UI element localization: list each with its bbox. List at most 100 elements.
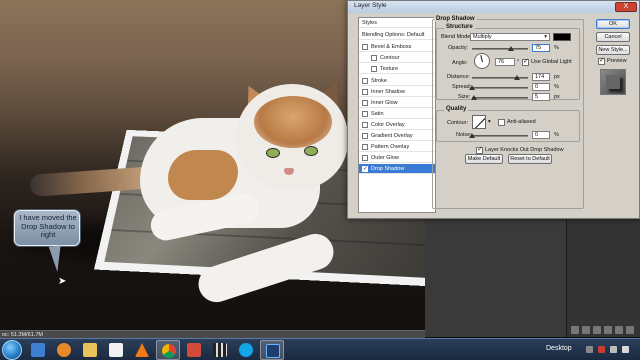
checkbox[interactable] bbox=[362, 122, 368, 128]
spread-slider[interactable] bbox=[472, 87, 528, 89]
cat-fur-patch bbox=[168, 150, 238, 200]
blend-mode-select[interactable]: Multiply ▾ bbox=[470, 33, 550, 41]
style-item-pattern-overlay[interactable]: Pattern Overlay bbox=[359, 142, 435, 152]
checkbox[interactable] bbox=[371, 55, 377, 61]
cat-head-patch bbox=[254, 96, 332, 148]
taskbar-app-photoshop[interactable] bbox=[260, 340, 284, 360]
taskbar-app-chrome[interactable] bbox=[156, 340, 180, 360]
dialog-titlebar[interactable]: Layer Style X bbox=[348, 1, 639, 13]
adjustment-icon[interactable] bbox=[604, 326, 612, 334]
network-icon[interactable] bbox=[610, 346, 617, 353]
style-item-blending-options[interactable]: Blending Options: Default bbox=[359, 30, 435, 40]
drop-shadow-title: Drop Shadow bbox=[434, 16, 477, 22]
folder-icon[interactable] bbox=[615, 326, 623, 334]
spread-unit: % bbox=[554, 84, 559, 90]
style-item-contour[interactable]: Contour bbox=[359, 53, 435, 63]
noise-field[interactable]: 0 bbox=[532, 131, 550, 139]
contour-dropdown-icon[interactable]: ▾ bbox=[488, 119, 491, 125]
contour-curve bbox=[474, 115, 486, 129]
mouse-cursor-icon: ➤ bbox=[58, 276, 66, 287]
style-item-stroke[interactable]: Stroke bbox=[359, 76, 435, 86]
opacity-slider-thumb[interactable] bbox=[508, 46, 514, 51]
link-icon[interactable] bbox=[571, 326, 579, 334]
dialog-title: Layer Style bbox=[354, 2, 387, 9]
annotation-callout: I have moved the Drop Shadow to right bbox=[14, 210, 80, 246]
new-style-button[interactable]: New Style... bbox=[596, 45, 630, 55]
style-item-gradient-overlay[interactable]: Gradient Overlay bbox=[359, 131, 435, 141]
taskbar-app-video[interactable] bbox=[208, 340, 232, 360]
workspace-lower bbox=[425, 214, 566, 337]
distance-slider-thumb[interactable] bbox=[514, 75, 520, 80]
volume-icon[interactable] bbox=[622, 346, 629, 353]
preview-checkbox[interactable] bbox=[598, 58, 605, 65]
checkbox[interactable] bbox=[362, 111, 368, 117]
taskbar-app-notes[interactable] bbox=[104, 340, 128, 360]
start-button[interactable] bbox=[2, 340, 22, 360]
checkbox[interactable] bbox=[362, 144, 368, 150]
tray-chevron-icon[interactable] bbox=[586, 346, 593, 353]
ok-button[interactable]: OK bbox=[596, 19, 630, 29]
status-bar: oc: 51.3M/61.7M bbox=[0, 330, 425, 338]
taskbar-app-folder[interactable] bbox=[78, 340, 102, 360]
checkbox[interactable] bbox=[362, 155, 368, 161]
contour-picker[interactable] bbox=[472, 115, 486, 129]
checkbox[interactable] bbox=[371, 66, 377, 72]
style-item-drop-shadow[interactable]: Drop Shadow bbox=[359, 164, 435, 174]
distance-field[interactable]: 174 bbox=[532, 73, 550, 81]
size-slider-thumb[interactable] bbox=[471, 95, 477, 100]
tray-app-icon[interactable] bbox=[598, 346, 605, 353]
chrome-icon bbox=[162, 344, 176, 358]
style-item-inner-glow[interactable]: Inner Glow bbox=[359, 98, 435, 108]
style-preview-thumbnail bbox=[600, 69, 626, 95]
anti-aliased-checkbox[interactable] bbox=[498, 119, 505, 126]
style-item-satin[interactable]: Satin bbox=[359, 109, 435, 119]
style-item-texture[interactable]: Texture bbox=[359, 64, 435, 74]
style-item-bevel-emboss[interactable]: Bevel & Emboss bbox=[359, 42, 435, 52]
cancel-button[interactable]: Cancel bbox=[596, 32, 630, 42]
taskbar-app-generic[interactable] bbox=[182, 340, 206, 360]
fx-icon[interactable] bbox=[582, 326, 590, 334]
preview-square bbox=[606, 75, 620, 89]
opacity-field[interactable]: 75 bbox=[532, 44, 550, 52]
media-player-icon bbox=[57, 343, 71, 357]
knockout-checkbox[interactable] bbox=[476, 147, 483, 154]
make-default-button[interactable]: Make Default bbox=[465, 154, 503, 164]
opacity-slider[interactable] bbox=[472, 48, 528, 50]
use-global-light-checkbox[interactable] bbox=[522, 59, 529, 66]
spread-slider-thumb[interactable] bbox=[469, 85, 475, 90]
taskbar-app-media[interactable] bbox=[52, 340, 76, 360]
mask-icon[interactable] bbox=[593, 326, 601, 334]
noise-slider-thumb[interactable] bbox=[469, 133, 475, 138]
shadow-color-swatch[interactable] bbox=[553, 33, 571, 41]
size-slider[interactable] bbox=[472, 97, 528, 99]
style-item-color-overlay[interactable]: Color Overlay bbox=[359, 120, 435, 130]
noise-slider[interactable] bbox=[472, 135, 528, 137]
preview-label: Preview bbox=[607, 58, 627, 64]
checkbox[interactable] bbox=[362, 100, 368, 106]
angle-field[interactable]: 76 bbox=[495, 58, 515, 66]
taskbar-app-explorer[interactable] bbox=[26, 340, 50, 360]
checkbox[interactable] bbox=[362, 44, 368, 50]
checkbox[interactable] bbox=[362, 133, 368, 139]
spread-field[interactable]: 0 bbox=[532, 83, 550, 91]
taskbar-app-vlc[interactable] bbox=[130, 340, 154, 360]
taskbar-app-skype[interactable] bbox=[234, 340, 258, 360]
checkbox[interactable] bbox=[362, 89, 368, 95]
anti-aliased-label: Anti-aliased bbox=[507, 119, 536, 125]
checkbox[interactable] bbox=[362, 78, 368, 84]
close-button[interactable]: X bbox=[615, 2, 637, 12]
styles-header[interactable]: Styles bbox=[359, 18, 435, 28]
cat-eye-right bbox=[304, 146, 318, 156]
style-item-outer-glow[interactable]: Outer Glow bbox=[359, 153, 435, 163]
style-item-inner-shadow[interactable]: Inner Shadow bbox=[359, 87, 435, 97]
use-global-light-label: Use Global Light bbox=[531, 59, 572, 65]
trash-icon[interactable] bbox=[626, 326, 634, 334]
size-field[interactable]: 5 bbox=[532, 93, 550, 101]
angle-dial[interactable] bbox=[474, 53, 490, 69]
distance-unit: px bbox=[554, 74, 560, 80]
checkbox[interactable] bbox=[362, 166, 368, 172]
desktop-toolbar-label[interactable]: Desktop bbox=[546, 345, 572, 352]
reset-default-button[interactable]: Reset to Default bbox=[508, 154, 552, 164]
distance-label: Distance: bbox=[447, 74, 470, 80]
angle-dial-needle bbox=[480, 55, 483, 62]
